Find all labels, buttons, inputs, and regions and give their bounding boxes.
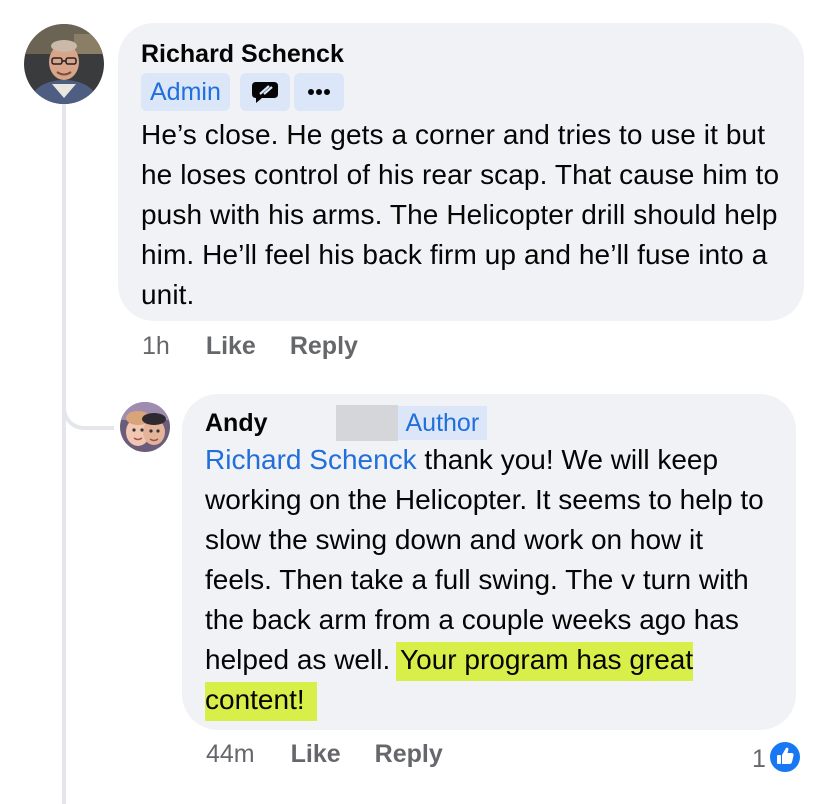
reaction-count: 1 (752, 745, 766, 773)
reply-avatar[interactable] (120, 402, 170, 452)
message-icon[interactable] (239, 73, 290, 111)
like-button[interactable]: Like (291, 740, 341, 769)
reply-author-name[interactable]: Andy (205, 409, 268, 438)
reply-body-text: thank you! We will keep working on the H… (205, 444, 764, 675)
reply-button[interactable]: Reply (375, 740, 443, 769)
reply-button[interactable]: Reply (290, 332, 358, 361)
avatar[interactable] (24, 24, 104, 104)
reply-timestamp[interactable]: 44m (206, 740, 255, 769)
admin-badge[interactable]: Admin (141, 73, 230, 111)
more-icon[interactable] (293, 73, 344, 111)
comment-bubble: Richard Schenck Admin He’s close. He get… (118, 23, 804, 321)
comment-text: He’s close. He gets a corner and tries t… (141, 119, 780, 310)
thread-branch-line (62, 392, 114, 430)
reply-actions: 44m Like Reply (206, 740, 443, 769)
like-thumb-icon (767, 740, 802, 779)
comment-timestamp[interactable]: 1h (142, 332, 170, 361)
reply-name-row: Andy Author (205, 405, 774, 441)
comment-author-name[interactable]: Richard Schenck (141, 39, 780, 69)
reply-text: Richard Schenck thank you! We will keep … (205, 440, 774, 721)
reaction-summary[interactable]: 1 (752, 740, 802, 779)
author-badge[interactable]: Author (397, 406, 488, 440)
reply-bubble: Andy Author Richard Schenck thank you! W… (182, 394, 796, 730)
redacted-block (335, 405, 398, 441)
mention-link[interactable]: Richard Schenck (205, 444, 417, 475)
thread-line (62, 104, 66, 804)
comment-actions: 1h Like Reply (142, 332, 358, 361)
like-button[interactable]: Like (206, 332, 256, 361)
badge-row: Admin (141, 73, 780, 111)
